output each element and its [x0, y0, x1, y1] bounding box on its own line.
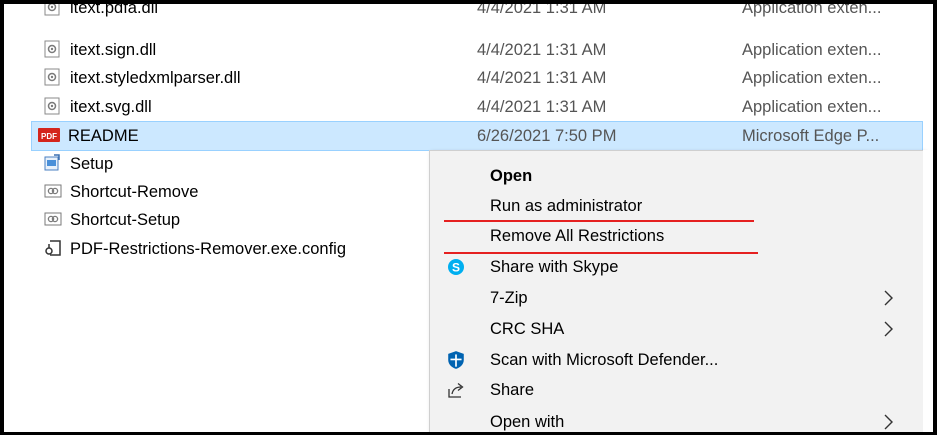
file-name: PDF-Restrictions-Remover.exe.config [70, 240, 347, 258]
share-icon [448, 382, 464, 398]
chevron-right-icon [884, 290, 893, 306]
file-date: 4/4/2021 1:31 AM [477, 69, 607, 87]
file-row-itext-svg[interactable]: itext.svg.dll 4/4/2021 1:31 AM Applicati… [32, 93, 922, 121]
file-row-itext-sign[interactable]: itext.sign.dll 4/4/2021 1:31 AM Applicat… [32, 36, 922, 64]
menu-item-open-with[interactable]: Open with [430, 407, 924, 432]
file-name: itext.pdfa.dll [70, 0, 159, 17]
menu-item-7zip[interactable]: 7-Zip [430, 283, 924, 313]
svg-text:S: S [452, 261, 460, 275]
menu-item-label: Scan with Microsoft Defender... [490, 351, 719, 369]
pdf-icon: PDF [38, 128, 60, 142]
file-type: Application exten... [742, 41, 882, 59]
menu-item-run-as-administrator[interactable]: Run as administrator [430, 191, 924, 221]
chevron-right-icon [884, 414, 893, 430]
dll-icon [44, 4, 60, 16]
menu-item-label: Remove All Restrictions [490, 227, 665, 245]
menu-item-share[interactable]: Share [430, 375, 924, 405]
skype-icon: S [448, 259, 464, 275]
installer-icon [44, 154, 60, 171]
file-name: Shortcut-Remove [70, 183, 199, 201]
file-date: 4/4/2021 1:31 AM [477, 0, 607, 17]
menu-item-label: 7-Zip [490, 289, 528, 307]
file-type: Application exten... [742, 69, 882, 87]
file-type: Microsoft Edge P... [742, 127, 880, 145]
defender-icon [448, 351, 464, 369]
menu-item-label: Run as administrator [490, 197, 643, 215]
file-type: Application exten... [742, 98, 882, 116]
menu-item-open[interactable]: Open [430, 161, 924, 191]
file-name: README [68, 127, 139, 145]
dll-icon [44, 68, 60, 86]
file-date: 4/4/2021 1:31 AM [477, 98, 607, 116]
chevron-right-icon [884, 321, 893, 337]
scroll-area [923, 150, 933, 432]
file-row-readme[interactable]: PDF README 6/26/2021 7:50 PM Microsoft E… [31, 121, 923, 151]
menu-item-label: Share [490, 381, 535, 399]
menu-item-label: Share with Skype [490, 258, 619, 276]
file-type: Application exten... [742, 0, 882, 17]
highlight-line-bottom [444, 252, 758, 254]
file-date: 4/4/2021 1:31 AM [477, 41, 607, 59]
shortcut-icon [44, 212, 62, 226]
dll-icon [44, 97, 60, 115]
file-date: 6/26/2021 7:50 PM [477, 127, 617, 145]
menu-item-share-with-skype[interactable]: S Share with Skype [430, 252, 924, 282]
file-name: Shortcut-Setup [70, 211, 181, 229]
menu-item-label: Open [490, 167, 533, 185]
config-icon [45, 240, 61, 256]
context-menu: Open Run as administrator Remove All Res… [429, 150, 925, 432]
file-name: itext.svg.dll [70, 98, 152, 116]
menu-item-scan-with-defender[interactable]: Scan with Microsoft Defender... [430, 345, 924, 375]
explorer-window: itext.pdfa.dll 4/4/2021 1:31 AM Applicat… [0, 0, 937, 435]
file-name: itext.sign.dll [70, 41, 157, 59]
file-row-itext-pdfa[interactable]: itext.pdfa.dll 4/4/2021 1:31 AM Applicat… [32, 0, 922, 22]
pdf-icon-label: PDF [41, 132, 57, 141]
menu-item-remove-all-restrictions[interactable]: Remove All Restrictions [430, 221, 924, 251]
file-name: Setup [70, 155, 114, 173]
highlight-line-top [444, 220, 754, 222]
menu-item-crc-sha[interactable]: CRC SHA [430, 314, 924, 344]
file-name: itext.styledxmlparser.dll [70, 69, 241, 87]
dll-icon [44, 40, 60, 58]
file-row-itext-styledxmlparser[interactable]: itext.styledxmlparser.dll 4/4/2021 1:31 … [32, 64, 922, 92]
menu-item-label: CRC SHA [490, 320, 565, 338]
shortcut-icon [44, 184, 62, 198]
menu-item-label: Open with [490, 413, 565, 431]
